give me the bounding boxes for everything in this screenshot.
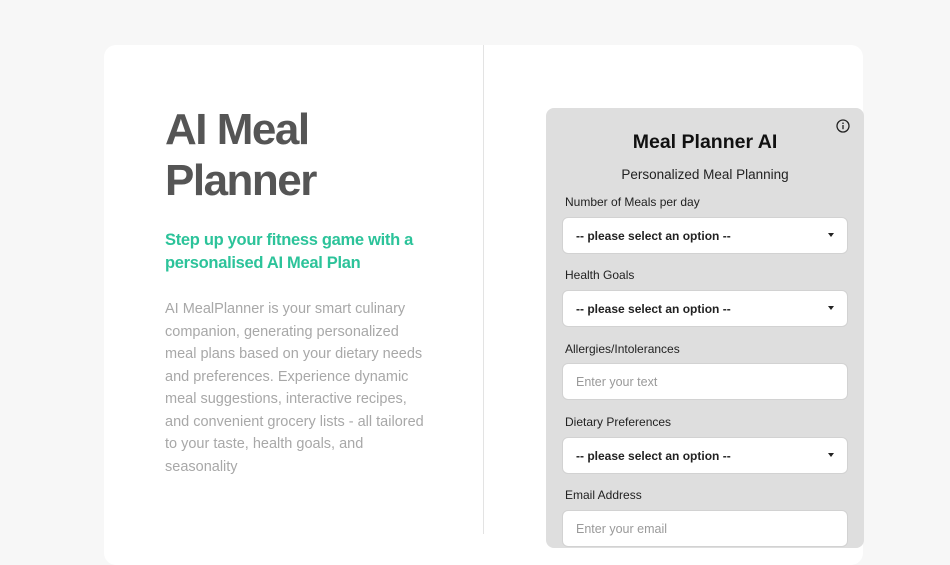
- meals-label: Number of Meals per day: [565, 195, 700, 209]
- form-subtitle: Personalized Meal Planning: [621, 167, 789, 182]
- form-title: Meal Planner AI: [632, 131, 778, 153]
- health-goals-select[interactable]: -- please select an option --: [562, 290, 848, 327]
- description: AI MealPlanner is your smart culinary co…: [165, 301, 424, 475]
- meals-select[interactable]: -- please select an option --: [562, 217, 848, 254]
- email-label: Email Address: [565, 488, 642, 502]
- meals-select-value: -- please select an option --: [576, 229, 731, 243]
- chevron-down-icon: [828, 306, 834, 310]
- allergies-label: Allergies/Intolerances: [565, 342, 680, 356]
- dietary-label: Dietary Preferences: [565, 415, 672, 429]
- dietary-select-value: -- please select an option --: [576, 449, 731, 463]
- email-input[interactable]: [563, 511, 847, 546]
- health-goals-select-value: -- please select an option --: [576, 302, 731, 316]
- dietary-select[interactable]: -- please select an option --: [562, 437, 848, 474]
- page-title: AI Meal Planner: [165, 105, 317, 205]
- health-goals-label: Health Goals: [565, 268, 635, 282]
- tagline: Step up your fitness game with a persona…: [165, 231, 414, 272]
- email-field: [562, 510, 848, 547]
- allergies-field: [562, 363, 848, 400]
- chevron-down-icon: [828, 233, 834, 237]
- allergies-input[interactable]: [563, 364, 847, 399]
- column-divider: [483, 45, 484, 534]
- chevron-down-icon: [828, 453, 834, 457]
